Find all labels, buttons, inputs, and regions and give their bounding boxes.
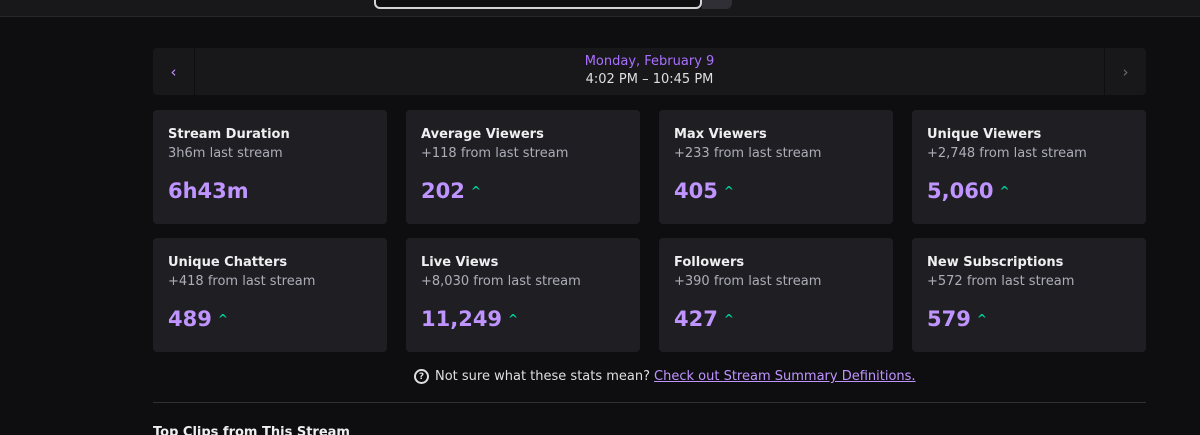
stream-date-navigator: ‹ Monday, February 9 4:02 PM – 10:45 PM …: [153, 48, 1146, 95]
stat-delta: +2,748 from last stream: [927, 146, 1087, 161]
stat-delta: +418 from last stream: [168, 274, 316, 289]
search-input[interactable]: [374, 0, 702, 9]
stat-value: 405: [674, 179, 718, 203]
trend-up-icon: ^: [508, 312, 519, 326]
previous-stream-button[interactable]: ‹: [153, 48, 195, 95]
stat-value: 6h43m: [168, 179, 249, 203]
stat-value: 427: [674, 307, 718, 331]
help-circle-icon: ?: [414, 369, 429, 384]
search-button[interactable]: [702, 0, 732, 9]
trend-up-icon: ^: [999, 184, 1010, 198]
stat-delta: 3h6m last stream: [168, 146, 283, 161]
trend-up-icon: ^: [470, 184, 481, 198]
stat-value-row: 489 ^: [168, 307, 228, 331]
stream-date-display: Monday, February 9 4:02 PM – 10:45 PM: [195, 53, 1104, 89]
stat-delta: +390 from last stream: [674, 274, 822, 289]
stat-title: Unique Viewers: [927, 127, 1042, 142]
stat-value-row: 202 ^: [421, 179, 481, 203]
stat-delta: +118 from last stream: [421, 146, 569, 161]
chevron-left-icon: ‹: [170, 62, 177, 81]
stat-value-row: 405 ^: [674, 179, 734, 203]
trend-up-icon: ^: [723, 312, 734, 326]
trend-up-icon: ^: [217, 312, 228, 326]
stream-day: Monday, February 9: [584, 54, 715, 69]
stat-value-row: 579 ^: [927, 307, 987, 331]
stat-card-max-viewers: Max Viewers +233 from last stream 405 ^: [659, 110, 893, 224]
stat-title: Max Viewers: [674, 127, 767, 142]
stat-title: Live Views: [421, 255, 499, 270]
stat-card-new-subscriptions: New Subscriptions +572 from last stream …: [912, 238, 1146, 352]
stat-card-unique-chatters: Unique Chatters +418 from last stream 48…: [153, 238, 387, 352]
stat-card-unique-viewers: Unique Viewers +2,748 from last stream 5…: [912, 110, 1146, 224]
stats-help-line: ? Not sure what these stats mean? Check …: [414, 369, 916, 384]
stat-card-average-viewers: Average Viewers +118 from last stream 20…: [406, 110, 640, 224]
stat-card-stream-duration: Stream Duration 3h6m last stream 6h43m: [153, 110, 387, 224]
stat-value-row: 427 ^: [674, 307, 734, 331]
stat-value-row: 5,060 ^: [927, 179, 1010, 203]
stat-value: 579: [927, 307, 971, 331]
top-nav-bar: [0, 0, 1200, 17]
next-stream-button[interactable]: ›: [1104, 48, 1146, 95]
stat-card-live-views: Live Views +8,030 from last stream 11,24…: [406, 238, 640, 352]
trend-up-icon: ^: [976, 312, 987, 326]
stat-title: Followers: [674, 255, 745, 270]
stream-time-range: 4:02 PM – 10:45 PM: [585, 72, 714, 87]
top-clips-heading: Top Clips from This Stream: [153, 425, 350, 435]
help-text: Not sure what these stats mean?: [435, 369, 651, 384]
stat-title: New Subscriptions: [927, 255, 1064, 270]
stat-card-followers: Followers +390 from last stream 427 ^: [659, 238, 893, 352]
stat-title: Stream Duration: [168, 127, 290, 142]
stat-delta: +233 from last stream: [674, 146, 822, 161]
stat-delta: +8,030 from last stream: [421, 274, 581, 289]
stat-value: 202: [421, 179, 465, 203]
stat-title: Average Viewers: [421, 127, 544, 142]
stat-title: Unique Chatters: [168, 255, 288, 270]
stat-value: 11,249: [421, 307, 503, 331]
stat-value: 489: [168, 307, 212, 331]
chevron-right-icon: ›: [1122, 62, 1129, 81]
stat-delta: +572 from last stream: [927, 274, 1075, 289]
stream-summary-definitions-link[interactable]: Check out Stream Summary Definitions.: [654, 369, 916, 384]
stat-value: 5,060: [927, 179, 994, 203]
section-divider: [153, 402, 1146, 403]
stat-value-row: 11,249 ^: [421, 307, 518, 331]
trend-up-icon: ^: [723, 184, 734, 198]
stat-value-row: 6h43m: [168, 179, 249, 203]
